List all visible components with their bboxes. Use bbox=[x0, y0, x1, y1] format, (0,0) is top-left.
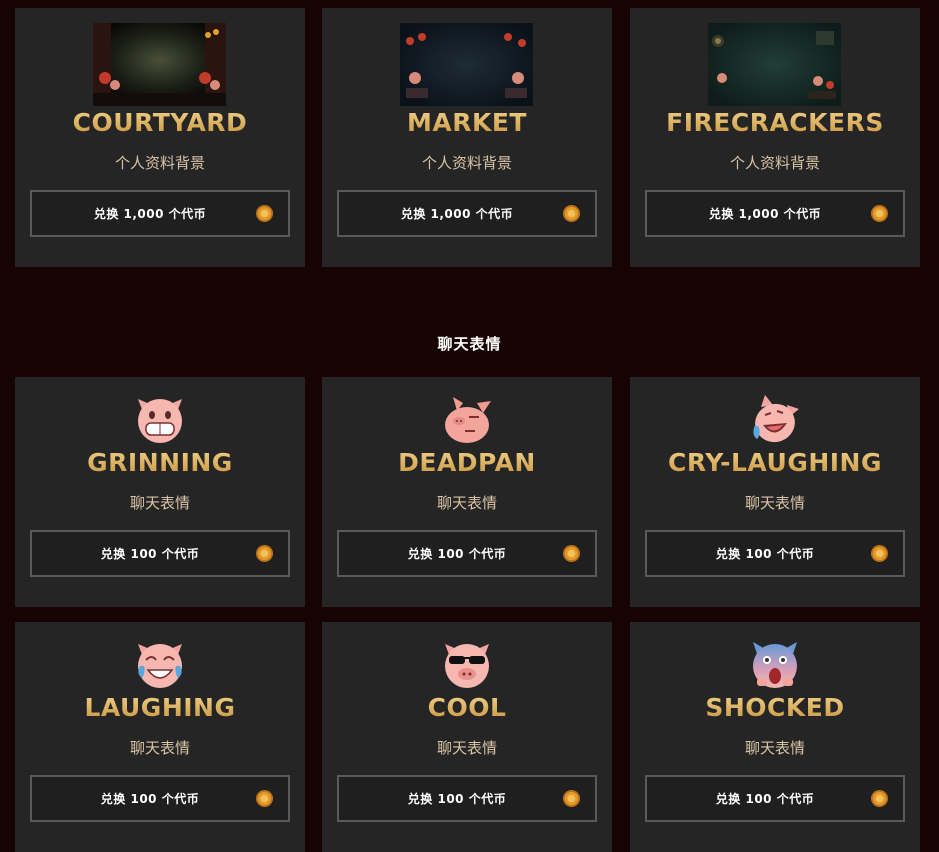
shocked-card: SHOCKED 聊天表情 兑换 100 个代币 bbox=[630, 622, 920, 852]
item-title: MARKET bbox=[322, 108, 612, 137]
coin-icon bbox=[562, 204, 581, 223]
item-type: 聊天表情 bbox=[744, 739, 805, 757]
redeem-button-label: 兑换 1,000 个代币 bbox=[708, 207, 822, 221]
redeem-button-label: 兑换 1,000 个代币 bbox=[93, 207, 207, 221]
redeem-button[interactable]: 兑换 1,000 个代币 bbox=[30, 190, 290, 237]
redeem-button-label: 兑换 100 个代币 bbox=[715, 547, 815, 561]
item-type: 聊天表情 bbox=[744, 494, 805, 512]
item-title: SHOCKED bbox=[630, 693, 920, 722]
item-title: CRY-LAUGHING bbox=[630, 448, 920, 477]
deadpan-card: DEADPAN 聊天表情 兑换 100 个代币 bbox=[322, 377, 612, 607]
redeem-button-label: 兑换 100 个代币 bbox=[407, 547, 507, 561]
courtyard-thumbnail bbox=[93, 23, 226, 106]
courtyard-card: COURTYARD 个人资料背景 兑换 1,000 个代币 bbox=[15, 8, 305, 267]
coin-icon bbox=[870, 204, 889, 223]
item-type: 聊天表情 bbox=[129, 494, 190, 512]
laughing-card: LAUGHING 聊天表情 兑换 100 个代币 bbox=[15, 622, 305, 852]
item-type: 聊天表情 bbox=[436, 494, 497, 512]
redeem-button-label: 兑换 100 个代币 bbox=[100, 792, 200, 806]
coin-icon bbox=[870, 789, 889, 808]
redeem-button[interactable]: 兑换 100 个代币 bbox=[30, 775, 290, 822]
redeem-button[interactable]: 兑换 100 个代币 bbox=[30, 530, 290, 577]
redeem-button-label: 兑换 100 个代币 bbox=[407, 792, 507, 806]
redeem-button[interactable]: 兑换 1,000 个代币 bbox=[645, 190, 905, 237]
market-thumbnail bbox=[400, 23, 533, 106]
firecrackers-card: FIRECRACKERS 个人资料背景 兑换 1,000 个代币 bbox=[630, 8, 920, 267]
redeem-button-label: 兑换 1,000 个代币 bbox=[400, 207, 514, 221]
coin-icon bbox=[562, 544, 581, 563]
deadpan-pig-icon bbox=[445, 397, 491, 443]
firecrackers-thumbnail bbox=[708, 23, 841, 106]
item-title: LAUGHING bbox=[15, 693, 305, 722]
coin-icon bbox=[255, 204, 274, 223]
item-type: 聊天表情 bbox=[129, 739, 190, 757]
item-title: COURTYARD bbox=[15, 108, 305, 137]
redeem-button-label: 兑换 100 个代币 bbox=[100, 547, 200, 561]
coin-icon bbox=[255, 544, 274, 563]
redeem-button[interactable]: 兑换 100 个代币 bbox=[337, 775, 597, 822]
grinning-card: GRINNING 聊天表情 兑换 100 个代币 bbox=[15, 377, 305, 607]
cry-laughing-card: CRY-LAUGHING 聊天表情 兑换 100 个代币 bbox=[630, 377, 920, 607]
item-title: FIRECRACKERS bbox=[630, 108, 920, 137]
cool-card: COOL 聊天表情 兑换 100 个代币 bbox=[322, 622, 612, 852]
grinning-pig-icon bbox=[138, 399, 182, 443]
redeem-button[interactable]: 兑换 100 个代币 bbox=[337, 530, 597, 577]
item-type: 聊天表情 bbox=[436, 739, 497, 757]
redeem-button[interactable]: 兑换 100 个代币 bbox=[645, 530, 905, 577]
shocked-pig-icon bbox=[753, 642, 797, 688]
coin-icon bbox=[870, 544, 889, 563]
item-title: COOL bbox=[322, 693, 612, 722]
laughing-pig-icon bbox=[138, 644, 182, 688]
redeem-button[interactable]: 兑换 1,000 个代币 bbox=[337, 190, 597, 237]
item-type: 个人资料背景 bbox=[114, 154, 205, 172]
item-type: 个人资料背景 bbox=[421, 154, 512, 172]
chat-emoticons-heading: 聊天表情 bbox=[437, 335, 502, 353]
cool-pig-icon bbox=[445, 644, 489, 688]
redeem-button-label: 兑换 100 个代币 bbox=[715, 792, 815, 806]
coin-icon bbox=[562, 789, 581, 808]
item-title: DEADPAN bbox=[322, 448, 612, 477]
cry-laughing-pig-icon bbox=[753, 395, 799, 443]
item-type: 个人资料背景 bbox=[729, 154, 820, 172]
item-title: GRINNING bbox=[15, 448, 305, 477]
redeem-button[interactable]: 兑换 100 个代币 bbox=[645, 775, 905, 822]
market-card: MARKET 个人资料背景 兑换 1,000 个代币 bbox=[322, 8, 612, 267]
coin-icon bbox=[255, 789, 274, 808]
